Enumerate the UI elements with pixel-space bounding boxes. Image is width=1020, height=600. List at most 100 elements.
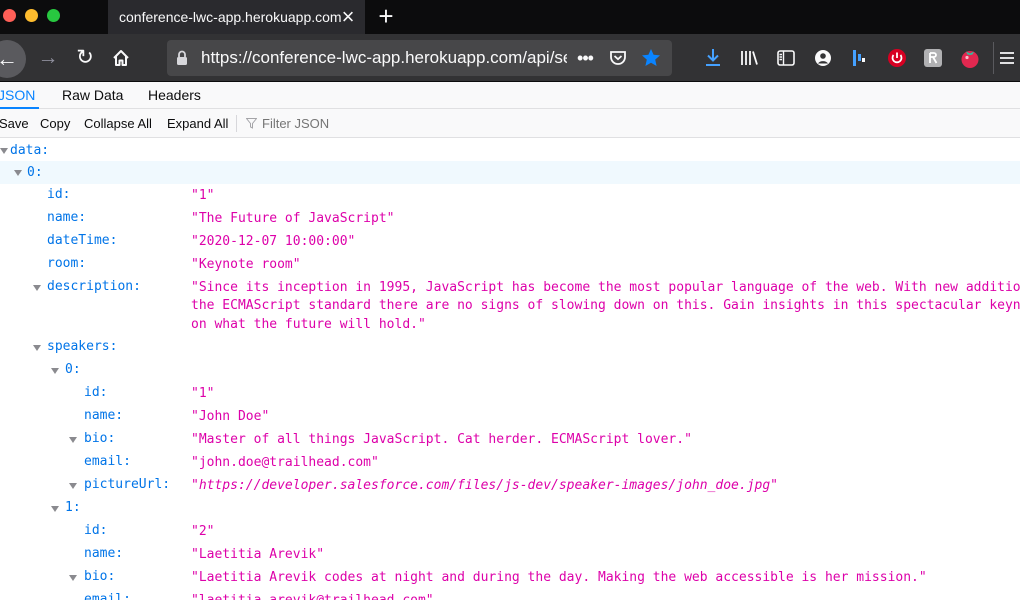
page-actions-icon[interactable]: ••• [571, 40, 599, 76]
json-value: "Keynote room" [191, 257, 301, 272]
tab-headers[interactable]: Headers [148, 82, 201, 109]
expand-all-button[interactable]: Expand All [167, 109, 228, 138]
expand-twisty-icon[interactable] [0, 148, 8, 154]
tree-row[interactable]: name: "The Future of JavaScript" [0, 210, 1020, 233]
expand-twisty-icon[interactable] [69, 575, 77, 581]
json-key: id: [47, 187, 71, 202]
maximize-window-button[interactable] [47, 9, 60, 22]
lock-icon [177, 50, 187, 65]
tab-strip: conference-lwc-app.herokuapp.com/api/ses… [0, 0, 1020, 34]
json-key: pictureUrl: [84, 477, 171, 492]
tree-row[interactable]: id: "1" [0, 187, 1020, 210]
json-key: 0: [27, 165, 43, 180]
expand-twisty-icon[interactable] [69, 483, 77, 489]
pocket-icon[interactable] [604, 40, 632, 76]
tree-row-picture-url[interactable]: pictureUrl: "https://developer.salesforc… [0, 477, 1020, 500]
toolbar-divider [236, 115, 237, 132]
json-key: 1: [65, 500, 81, 515]
tree-row-bio[interactable]: bio: "Master of all things JavaScript. C… [0, 431, 1020, 454]
json-viewer-tabs: JSON Raw Data Headers [0, 82, 1020, 109]
tree-row[interactable]: name: "Laetitia Arevik" [0, 546, 1020, 569]
json-key: email: [84, 454, 131, 469]
tree-row[interactable]: room: "Keynote room" [0, 256, 1020, 279]
tree-row-speaker-1[interactable]: 1: [0, 500, 1020, 523]
tree-row[interactable]: email: "john.doe@trailhead.com" [0, 454, 1020, 477]
json-key: id: [84, 523, 108, 538]
tree-row-speaker-0[interactable]: 0: [0, 362, 1020, 385]
json-key: 0: [65, 362, 81, 377]
tree-row-data[interactable]: data: [0, 141, 1020, 161]
json-value: "John Doe" [191, 409, 270, 424]
json-value: "Laetitia Arevik" [191, 547, 325, 562]
close-tab-icon[interactable]: × [337, 0, 359, 34]
json-key: name: [84, 408, 124, 423]
tree-row-bio[interactable]: bio: "Laetitia Arevik codes at night and… [0, 569, 1020, 592]
json-key: name: [84, 546, 124, 561]
extension-grey-icon[interactable] [918, 42, 948, 74]
new-tab-icon[interactable]: + [372, 0, 400, 34]
extension-chart-icon[interactable] [844, 42, 874, 74]
tree-row[interactable]: dateTime: "2020-12-07 10:00:00" [0, 233, 1020, 256]
tree-row-description[interactable]: description: "Since its inception in 199… [0, 279, 1020, 339]
json-key: id: [84, 385, 108, 400]
collapse-all-button[interactable]: Collapse All [84, 109, 152, 138]
json-key: dateTime: [47, 233, 118, 248]
tree-row[interactable]: id: "1" [0, 385, 1020, 408]
reload-icon[interactable]: ↻ [70, 42, 100, 74]
extension-power-icon[interactable] [882, 42, 912, 74]
filter-json-input[interactable] [262, 109, 462, 138]
json-key: speakers: [47, 339, 118, 354]
json-key: description: [47, 279, 141, 294]
save-button[interactable]: Save [0, 109, 29, 138]
bookmark-star-icon[interactable] [637, 40, 665, 76]
minimize-window-button[interactable] [25, 9, 38, 22]
json-value: "Since its inception in 1995, JavaScript… [191, 280, 1020, 332]
expand-twisty-icon[interactable] [14, 170, 22, 176]
tab-title: conference-lwc-app.herokuapp.com/api/ses… [119, 9, 341, 25]
downloads-icon[interactable] [698, 42, 728, 74]
expand-twisty-icon[interactable] [51, 368, 59, 374]
back-arrow-icon[interactable]: ← [0, 40, 26, 78]
forward-arrow-icon[interactable]: → [33, 42, 63, 74]
json-key: name: [47, 210, 87, 225]
menu-hamburger-icon[interactable] [993, 42, 1020, 74]
library-icon[interactable] [735, 42, 765, 74]
expand-twisty-icon[interactable] [33, 285, 41, 291]
json-key: room: [47, 256, 87, 271]
json-value: "laetitia.arevik@trailhead.com" [191, 592, 434, 600]
home-icon[interactable] [106, 42, 136, 74]
sidebar-icon[interactable] [771, 42, 801, 74]
json-value: "john.doe@trailhead.com" [191, 455, 379, 470]
json-value: "Laetitia Arevik codes at night and duri… [191, 570, 927, 585]
extension-tomato-icon[interactable] [955, 42, 985, 74]
tab-json[interactable]: JSON [0, 82, 40, 109]
json-value: "2" [191, 524, 215, 539]
browser-tab[interactable]: conference-lwc-app.herokuapp.com/api/ses… [108, 0, 365, 34]
json-url-value[interactable]: "https://developer.salesforce.com/files/… [191, 477, 778, 495]
expand-twisty-icon[interactable] [51, 506, 59, 512]
copy-button[interactable]: Copy [40, 109, 70, 138]
json-key: bio: [84, 569, 116, 584]
tree-row[interactable]: name: "John Doe" [0, 408, 1020, 431]
json-value: "1" [191, 386, 215, 401]
json-key: email: [84, 592, 131, 600]
url-bar[interactable]: https://conference-lwc-app.herokuapp.com… [167, 40, 672, 76]
filter-icon [246, 118, 257, 129]
tab-raw-data[interactable]: Raw Data [62, 82, 123, 109]
json-value: "2020-12-07 10:00:00" [191, 234, 356, 249]
json-tree: data: 0: id: "1" name: "The Future of Ja… [0, 138, 1020, 600]
account-icon[interactable] [808, 42, 838, 74]
expand-twisty-icon[interactable] [69, 437, 77, 443]
json-key: bio: [84, 431, 116, 446]
tree-row-session-0[interactable]: 0: [0, 161, 1020, 184]
tree-row[interactable]: id: "2" [0, 523, 1020, 546]
json-value: "The Future of JavaScript" [191, 211, 395, 226]
tree-row-speakers[interactable]: speakers: [0, 339, 1020, 362]
url-text[interactable]: https://conference-lwc-app.herokuapp.com… [201, 40, 567, 76]
tree-row[interactable]: email: "laetitia.arevik@trailhead.com" [0, 592, 1020, 600]
json-value: "Master of all things JavaScript. Cat he… [191, 432, 692, 447]
close-window-button[interactable] [3, 9, 16, 22]
expand-twisty-icon[interactable] [33, 345, 41, 351]
json-value: "1" [191, 188, 215, 203]
navigation-toolbar: ← → ↻ https://conference-lwc-app.herokua… [0, 34, 1020, 82]
